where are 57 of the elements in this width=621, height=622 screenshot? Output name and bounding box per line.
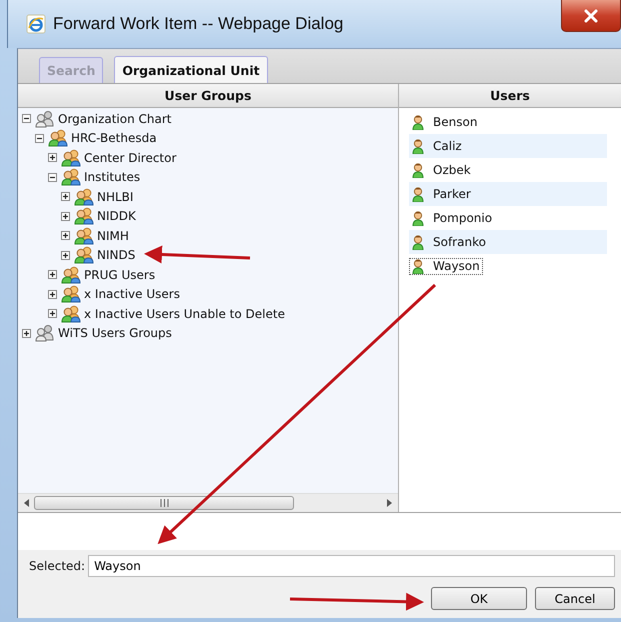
expand-toggle[interactable]: [22, 114, 31, 124]
expand-toggle[interactable]: [61, 192, 70, 202]
user-name: Wayson: [433, 259, 480, 273]
column-header[interactable]: User Groups: [18, 84, 398, 108]
person-icon: [412, 138, 424, 154]
field-label: Selected:: [29, 559, 86, 573]
ok-button[interactable]: OK: [431, 587, 527, 610]
tree-item[interactable]: HRC-Bethesda: [71, 131, 157, 146]
expand-toggle[interactable]: [22, 328, 31, 338]
close-icon: [584, 8, 598, 22]
expand-toggle[interactable]: [35, 134, 44, 143]
expand-toggle[interactable]: [48, 172, 57, 182]
tree-item[interactable]: x Inactive Users: [84, 287, 180, 302]
expand-toggle[interactable]: [61, 250, 70, 260]
horizontal-scrollbar[interactable]: [18, 493, 398, 512]
user-name: Sofranko: [433, 235, 486, 249]
cancel-button[interactable]: Cancel: [535, 587, 615, 610]
expand-toggle[interactable]: [48, 290, 57, 299]
expand-toggle[interactable]: [61, 231, 70, 240]
person-icon: [412, 210, 424, 226]
browser-logo-icon: [26, 14, 46, 34]
person-icon: [412, 234, 424, 250]
tree-item[interactable]: x Inactive Users Unable to Delete: [84, 306, 285, 321]
scroll-left-icon: [24, 499, 30, 507]
scroll-right-icon: [386, 499, 392, 507]
tree-item[interactable]: NHLBI: [97, 190, 134, 204]
column-header[interactable]: Users: [399, 84, 621, 108]
window-title: Forward Work Item -- Webpage Dialog: [53, 14, 344, 34]
person-icon: [412, 114, 424, 130]
tree-item[interactable]: NIDDK: [97, 209, 136, 224]
user-name: Benson: [433, 115, 478, 129]
tab[interactable]: Organizational Unit: [114, 56, 268, 83]
tree-item[interactable]: Center Director: [84, 150, 176, 165]
expand-toggle[interactable]: [61, 212, 70, 221]
expand-toggle[interactable]: [48, 153, 57, 162]
selected-field[interactable]: Wayson: [88, 555, 615, 577]
user-item[interactable]: Pomponio: [409, 210, 496, 226]
close-button[interactable]: [561, 0, 621, 32]
tree-item[interactable]: Organization Chart: [58, 112, 172, 126]
expand-toggle[interactable]: [48, 309, 57, 318]
tree-item[interactable]: PRUG Users: [84, 268, 156, 282]
tree-item[interactable]: Institutes: [84, 170, 140, 184]
tree-item[interactable]: NINDS: [97, 248, 136, 262]
user-item[interactable]: Benson: [409, 114, 480, 130]
person-icon: [412, 186, 424, 202]
user-name: Caliz: [433, 139, 462, 153]
scrollbar-thumb[interactable]: [34, 496, 294, 510]
tree-item[interactable]: NIMH: [97, 228, 129, 243]
expand-toggle[interactable]: [48, 270, 57, 280]
user-name: Pomponio: [433, 211, 492, 225]
user-name: Parker: [433, 187, 471, 201]
user-item[interactable]: Wayson: [409, 258, 483, 274]
person-icon: [412, 258, 424, 274]
person-icon: [412, 162, 424, 178]
tree-item[interactable]: WiTS Users Groups: [58, 326, 172, 340]
user-item[interactable]: Ozbek: [409, 162, 474, 178]
user-name: Ozbek: [433, 163, 471, 177]
